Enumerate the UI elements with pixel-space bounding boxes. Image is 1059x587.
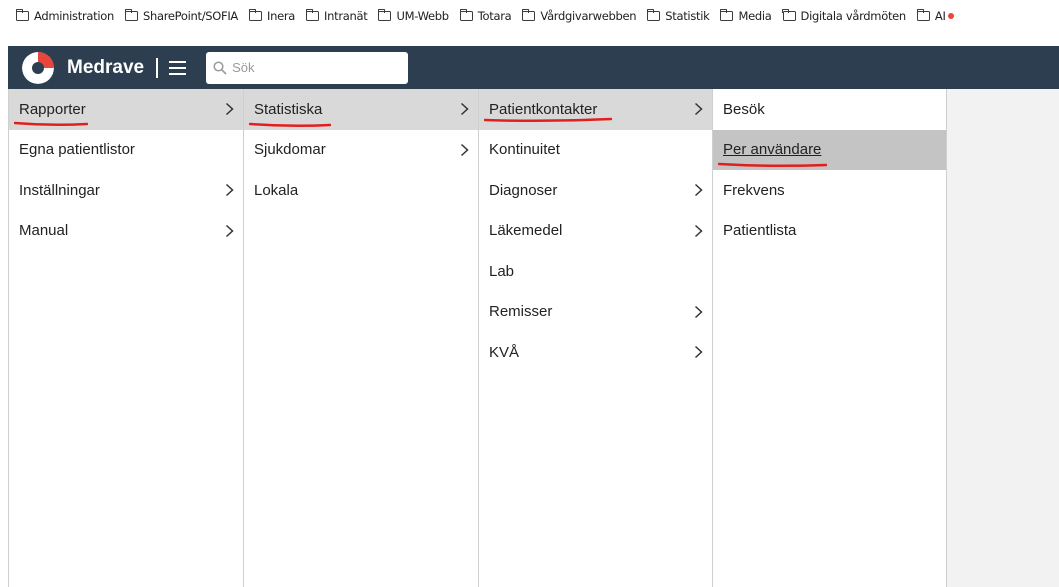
- bookmark-label: Media: [738, 9, 772, 23]
- menu-item-label: Sjukdomar: [254, 141, 326, 159]
- folder-icon: [378, 9, 392, 21]
- bookmark-digitala-vardmoten[interactable]: Digitala vårdmöten: [782, 9, 907, 23]
- folder-icon: [15, 9, 29, 21]
- annotation-underline-per-anvandare: [718, 162, 827, 168]
- bookmark-vardgivarwebben[interactable]: Vårdgivarwebben: [522, 9, 637, 23]
- chevron-right-icon: [225, 183, 234, 197]
- folder-icon: [522, 9, 536, 21]
- menu-item-diagnoser[interactable]: Diagnoser: [479, 170, 712, 211]
- menu-column-2: Statistiska Sjukdomar Lokala: [244, 89, 479, 587]
- chevron-right-icon: [460, 102, 469, 116]
- bookmark-label: UM-Webb: [396, 9, 449, 23]
- menu-item-lakemedel[interactable]: Läkemedel: [479, 211, 712, 252]
- hamburger-menu-icon[interactable]: [169, 60, 187, 75]
- folder-icon: [720, 9, 734, 21]
- bookmark-label: Inera: [267, 9, 296, 23]
- bookmark-label: AI: [934, 9, 946, 23]
- annotation-underline-rapporter: [14, 121, 88, 127]
- menu-item-label: Diagnoser: [489, 181, 558, 199]
- menu-item-label: Lab: [489, 262, 515, 280]
- folder-icon: [647, 9, 661, 21]
- folder-icon: [782, 9, 796, 21]
- menu-column-1: Rapporter Egna patientlistor Inställning…: [8, 89, 244, 587]
- menu-item-label: Manual: [19, 222, 69, 240]
- menu-item-label: Inställningar: [19, 181, 100, 199]
- bookmark-ai[interactable]: AI: [916, 9, 954, 23]
- menu-item-manual[interactable]: Manual: [9, 211, 243, 252]
- bookmark-media[interactable]: Media: [720, 9, 772, 23]
- menu-item-label: Lokala: [254, 181, 299, 199]
- folder-icon: [124, 9, 138, 21]
- folder-icon: [459, 9, 473, 21]
- menu-item-lokala[interactable]: Lokala: [244, 170, 478, 211]
- bookmark-label: Totara: [477, 9, 512, 23]
- menu-item-patientkontakter[interactable]: Patientkontakter: [479, 89, 712, 130]
- menu-item-label: Statistiska: [254, 100, 323, 118]
- chevron-right-icon: [694, 345, 703, 359]
- menu-item-kva[interactable]: KVÅ: [479, 332, 712, 373]
- bookmark-administration[interactable]: Administration: [15, 9, 114, 23]
- folder-icon: [248, 9, 262, 21]
- menu-item-label: Per användare: [723, 141, 822, 159]
- bookmark-label: Intranät: [324, 9, 368, 23]
- folder-icon: [305, 9, 320, 21]
- bookmark-sharepoint-sofia[interactable]: SharePoint/SOFIA: [124, 9, 238, 23]
- menu-item-remisser[interactable]: Remisser: [479, 292, 712, 333]
- menu-item-label: Kontinuitet: [489, 141, 560, 159]
- menu-item-label: Läkemedel: [489, 222, 563, 240]
- chevron-right-icon: [694, 183, 703, 197]
- menu-item-egna-patientlistor[interactable]: Egna patientlistor: [9, 130, 243, 171]
- menu-item-lab[interactable]: Lab: [479, 251, 712, 292]
- bookmark-inera[interactable]: Inera: [248, 9, 296, 23]
- bookmark-label: Statistik: [665, 9, 710, 23]
- menu-item-label: Patientlista: [723, 222, 797, 240]
- annotation-underline-statistiska: [249, 122, 331, 128]
- bookmark-label: SharePoint/SOFIA: [142, 9, 238, 23]
- search-icon: [213, 60, 227, 75]
- menu-item-sjukdomar[interactable]: Sjukdomar: [244, 130, 478, 171]
- bookmark-intranat[interactable]: Intranät: [305, 9, 368, 23]
- chevron-right-icon: [460, 143, 469, 156]
- bookmark-um-webb[interactable]: UM-Webb: [378, 9, 449, 23]
- content-area: [947, 89, 1059, 587]
- folder-icon: [916, 9, 930, 21]
- annotation-underline-patientkontakter: [484, 117, 612, 123]
- menu-item-frekvens[interactable]: Frekvens: [713, 170, 946, 211]
- menu-item-patientlista[interactable]: Patientlista: [713, 211, 946, 252]
- chevron-right-icon: [694, 305, 703, 318]
- search-box[interactable]: [206, 51, 409, 84]
- menu-item-label: Egna patientlistor: [19, 141, 135, 159]
- header-divider: [156, 57, 159, 78]
- bookmark-label: Digitala vårdmöten: [800, 9, 907, 23]
- bookmark-label: Administration: [34, 9, 114, 23]
- chevron-right-icon: [225, 224, 234, 237]
- menu-column-3: Patientkontakter Kontinuitet Diagnoser L…: [479, 89, 713, 587]
- menu-item-installningar[interactable]: Inställningar: [9, 170, 243, 211]
- brand-name: Medrave: [67, 56, 145, 78]
- chevron-right-icon: [694, 224, 703, 237]
- bookmarks-bar: Administration SharePoint/SOFIA Inera In…: [0, 0, 1059, 45]
- menu-item-label: Frekvens: [723, 181, 785, 199]
- menu-item-label: Besök: [723, 100, 765, 118]
- menu-item-label: Patientkontakter: [489, 100, 598, 118]
- chevron-right-icon: [694, 102, 703, 116]
- search-input[interactable]: [232, 60, 393, 75]
- bookmark-label: Vårdgivarwebben: [540, 9, 637, 23]
- menu-item-kontinuitet[interactable]: Kontinuitet: [479, 130, 712, 171]
- menu-item-label: KVÅ: [489, 343, 520, 361]
- menu-item-besok[interactable]: Besök: [713, 89, 946, 130]
- menu-item-label: Remisser: [489, 303, 553, 321]
- menu-item-label: Rapporter: [19, 100, 86, 118]
- medrave-logo-icon: [22, 51, 54, 84]
- bookmark-favicon-icon: [947, 13, 954, 19]
- bookmark-statistik[interactable]: Statistik: [647, 9, 710, 23]
- chevron-right-icon: [225, 102, 234, 116]
- bookmark-totara[interactable]: Totara: [459, 9, 512, 23]
- app-header: Medrave: [8, 46, 1059, 89]
